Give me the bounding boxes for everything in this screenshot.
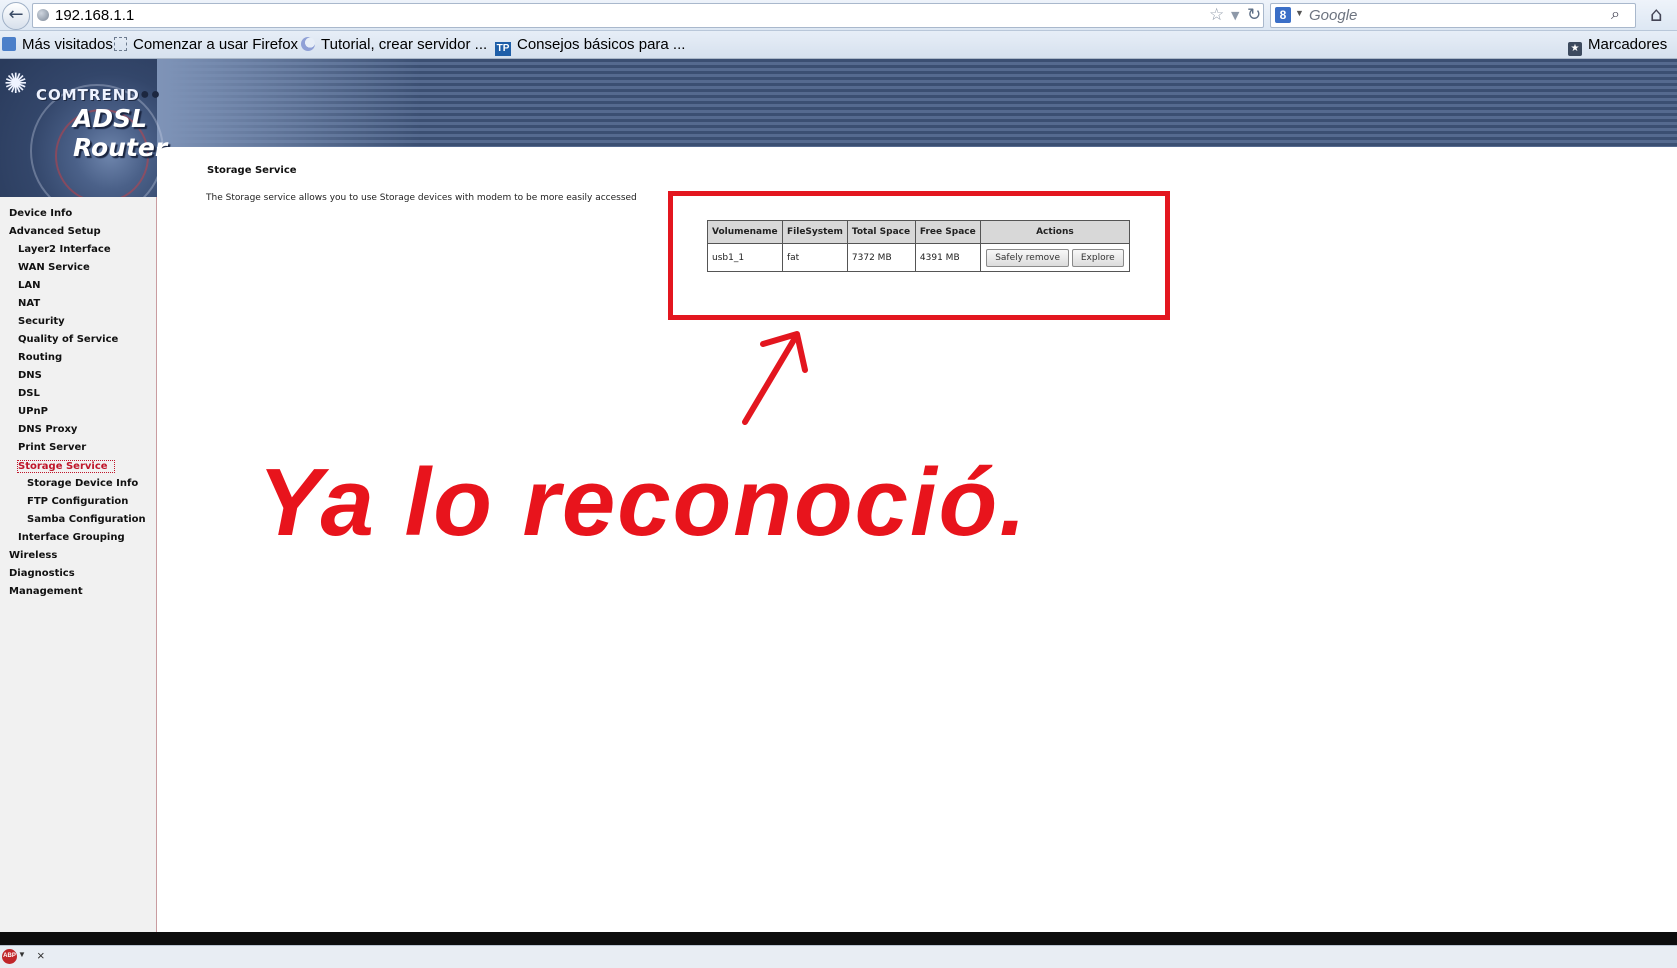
sidebar-item-device-info[interactable]: Device Info — [9, 208, 72, 219]
bookmarks-menu-label: Marcadores — [1588, 36, 1668, 53]
addon-bar: ABP ▼ × — [0, 945, 1677, 968]
home-icon[interactable]: ⌂ — [1650, 2, 1663, 26]
page-bottom-bar — [0, 932, 1677, 945]
column-header-free-space: Free Space — [914, 220, 981, 244]
bookmark-label: Consejos básicos para ... — [517, 36, 686, 53]
page-title: Storage Service — [207, 165, 297, 176]
chevron-down-icon[interactable]: ▼ — [18, 950, 26, 959]
sidebar-item-wireless[interactable]: Wireless — [9, 550, 57, 561]
history-dropdown-icon[interactable]: ▼ — [1231, 9, 1239, 22]
annotation-arrow-icon — [742, 331, 808, 425]
column-header-filesystem: FileSystem — [782, 220, 848, 244]
moon-icon — [301, 37, 315, 51]
sidebar-item-routing[interactable]: Routing — [18, 352, 62, 363]
bookmark-star-icon[interactable]: ☆ — [1209, 5, 1224, 25]
sidebar-item-dsl[interactable]: DSL — [18, 388, 40, 399]
url-text[interactable]: 192.168.1.1 — [55, 7, 134, 24]
sidebar-item-wan-service[interactable]: WAN Service — [18, 262, 90, 273]
search-bar[interactable]: 8 ▼ Google ⌕ — [1270, 3, 1636, 28]
bookmarks-star-icon: ★ — [1568, 42, 1582, 56]
sidebar-item-storage-device-info[interactable]: Storage Device Info — [27, 478, 138, 489]
sidebar-item-quality-of-service[interactable]: Quality of Service — [18, 334, 118, 345]
bookmark-label: Comenzar a usar Firefox — [133, 36, 299, 53]
bookmarks-toolbar: Más visitados Comenzar a usar Firefox Tu… — [0, 31, 1677, 59]
sidebar-menu: Device Info Advanced Setup Layer2 Interf… — [0, 197, 157, 932]
cell-actions: Safely remove Explore — [979, 243, 1130, 272]
close-icon[interactable]: × — [37, 948, 45, 963]
column-header-total-space: Total Space — [846, 220, 916, 244]
search-icon[interactable]: ⌕ — [1611, 4, 1620, 24]
sidebar-item-diagnostics[interactable]: Diagnostics — [9, 568, 75, 579]
url-bar[interactable]: 192.168.1.1 ☆ ▼ ↻ — [32, 3, 1264, 28]
annotation-text: Ya lo reconoció. — [258, 449, 1028, 556]
column-header-actions: Actions — [979, 220, 1130, 244]
bookmark-consejos[interactable]: TP Consejos básicos para ... — [495, 36, 685, 56]
page-description: The Storage service allows you to use St… — [206, 193, 637, 203]
comtrend-logo-icon: ✺ — [4, 67, 28, 100]
sidebar-item-lan[interactable]: LAN — [18, 280, 40, 291]
page-icon — [114, 37, 127, 51]
tp-icon: TP — [495, 42, 511, 56]
sidebar-item-print-server[interactable]: Print Server — [18, 442, 86, 453]
sidebar-item-advanced-setup[interactable]: Advanced Setup — [9, 226, 101, 237]
adblock-icon[interactable]: ABP — [2, 949, 17, 964]
table-row: usb1_1 fat 7372 MB 4391 MB Safely remove… — [707, 243, 1130, 272]
sidebar-item-security[interactable]: Security — [18, 316, 65, 327]
brand-name: COMTREND — [36, 86, 140, 104]
search-engine-icon[interactable]: 8 — [1275, 7, 1291, 23]
chevron-down-icon[interactable]: ▼ — [1295, 8, 1304, 18]
bookmark-tutorial[interactable]: Tutorial, crear servidor ... — [301, 36, 487, 53]
sidebar-item-layer2-interface[interactable]: Layer2 Interface — [18, 244, 111, 255]
back-button[interactable]: ← — [2, 2, 30, 30]
search-placeholder[interactable]: Google — [1309, 7, 1357, 24]
table-header-row: Volumename FileSystem Total Space Free S… — [707, 220, 1130, 244]
sidebar-item-storage-service[interactable]: Storage Service — [17, 460, 115, 473]
sidebar-item-upnp[interactable]: UPnP — [18, 406, 48, 417]
sidebar-item-dns-proxy[interactable]: DNS Proxy — [18, 424, 77, 435]
bookmark-label: Más visitados — [22, 36, 113, 53]
navigation-toolbar: ← 192.168.1.1 ☆ ▼ ↻ 8 ▼ Google ⌕ ⌂ — [0, 0, 1677, 31]
bookmark-label: Tutorial, crear servidor ... — [321, 36, 488, 53]
logo-panel: ✺ COMTREND ●● ADSL Router — [0, 59, 167, 218]
cell-total-space: 7372 MB — [846, 243, 916, 272]
bookmark-getting-started[interactable]: Comenzar a usar Firefox — [114, 36, 298, 53]
explore-button[interactable]: Explore — [1071, 248, 1124, 267]
sidebar-item-ftp-configuration[interactable]: FTP Configuration — [27, 496, 128, 507]
brand-dots-icon: ●● — [140, 86, 162, 103]
storage-table: Volumename FileSystem Total Space Free S… — [707, 220, 1130, 272]
sidebar-item-samba-configuration[interactable]: Samba Configuration — [27, 514, 146, 525]
site-identity-icon[interactable] — [37, 9, 49, 21]
reload-icon[interactable]: ↻ — [1247, 5, 1261, 25]
safely-remove-button[interactable]: Safely remove — [986, 248, 1069, 267]
column-header-volumename: Volumename — [707, 220, 783, 244]
cell-filesystem: fat — [782, 243, 848, 272]
cell-free-space: 4391 MB — [914, 243, 981, 272]
sidebar-item-management[interactable]: Management — [9, 586, 83, 597]
folder-icon — [2, 37, 16, 51]
sidebar-item-dns[interactable]: DNS — [18, 370, 42, 381]
sidebar-item-nat[interactable]: NAT — [18, 298, 40, 309]
bookmarks-menu-button[interactable]: ★ Marcadores — [1568, 36, 1667, 56]
router-header — [0, 59, 1677, 147]
bookmark-most-visited[interactable]: Más visitados — [2, 36, 113, 53]
router-title: ADSL Router — [73, 104, 168, 162]
cell-volumename: usb1_1 — [707, 243, 783, 272]
sidebar-item-interface-grouping[interactable]: Interface Grouping — [18, 532, 125, 543]
